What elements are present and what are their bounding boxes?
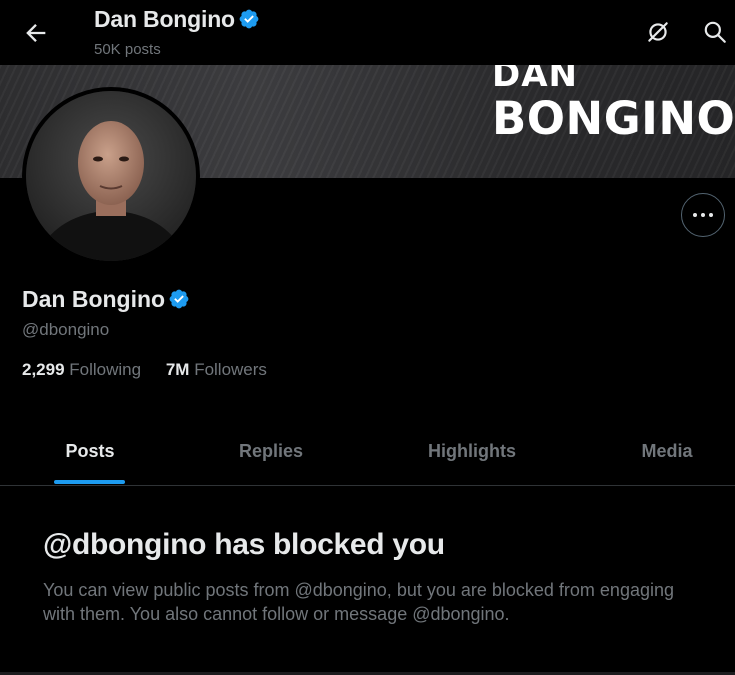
back-arrow-icon bbox=[26, 24, 46, 42]
grok-button[interactable] bbox=[645, 19, 671, 45]
dot bbox=[709, 213, 713, 217]
back-button[interactable] bbox=[22, 19, 50, 47]
following-link[interactable]: 2,299 Following bbox=[22, 360, 141, 379]
profile-name: Dan Bongino bbox=[22, 286, 190, 313]
more-options-button[interactable] bbox=[681, 193, 725, 237]
header-name: Dan Bongino bbox=[94, 6, 235, 32]
dot bbox=[693, 213, 697, 217]
followers-link[interactable]: 7M Followers bbox=[166, 360, 267, 379]
tab-label: Media bbox=[641, 441, 693, 461]
profile-stats: 2,299 Following 7M Followers bbox=[22, 360, 267, 380]
tab-label: Highlights bbox=[428, 441, 516, 461]
profile-header-bar: Dan Bongino 50K posts bbox=[0, 0, 735, 65]
verified-badge-icon[interactable] bbox=[168, 288, 190, 310]
profile-tabs: Posts Replies Highlights Media bbox=[0, 416, 735, 486]
banner-text-line1: DAN bbox=[492, 65, 578, 95]
profile-display-name: Dan Bongino bbox=[22, 286, 166, 312]
grok-icon bbox=[648, 22, 668, 42]
blocked-title: @dbongino has blocked you bbox=[43, 528, 445, 561]
verified-badge-icon bbox=[239, 9, 259, 29]
tab-highlights[interactable]: Highlights bbox=[412, 416, 532, 485]
post-count: 50K posts bbox=[94, 41, 161, 58]
tab-label: Posts bbox=[65, 441, 115, 461]
tab-label: Replies bbox=[238, 441, 304, 461]
followers-label: Followers bbox=[194, 360, 267, 379]
tab-posts[interactable]: Posts bbox=[40, 416, 140, 485]
active-tab-indicator bbox=[54, 480, 125, 484]
banner-text-line2: BONGINO bbox=[492, 92, 735, 145]
header-title: Dan Bongino bbox=[94, 6, 260, 33]
tab-replies[interactable]: Replies bbox=[221, 416, 321, 485]
following-label: Following bbox=[69, 360, 142, 379]
following-count: 2,299 bbox=[22, 360, 65, 379]
blocked-message: You can view public posts from @dbongino… bbox=[43, 580, 674, 624]
followers-count: 7M bbox=[165, 360, 190, 379]
search-icon bbox=[704, 21, 726, 43]
profile-avatar[interactable] bbox=[22, 87, 200, 265]
search-button[interactable] bbox=[702, 19, 728, 45]
dot bbox=[701, 213, 705, 217]
tab-media[interactable]: Media bbox=[622, 416, 712, 485]
avatar-image bbox=[26, 91, 196, 261]
profile-handle: @dbongino bbox=[22, 320, 110, 339]
